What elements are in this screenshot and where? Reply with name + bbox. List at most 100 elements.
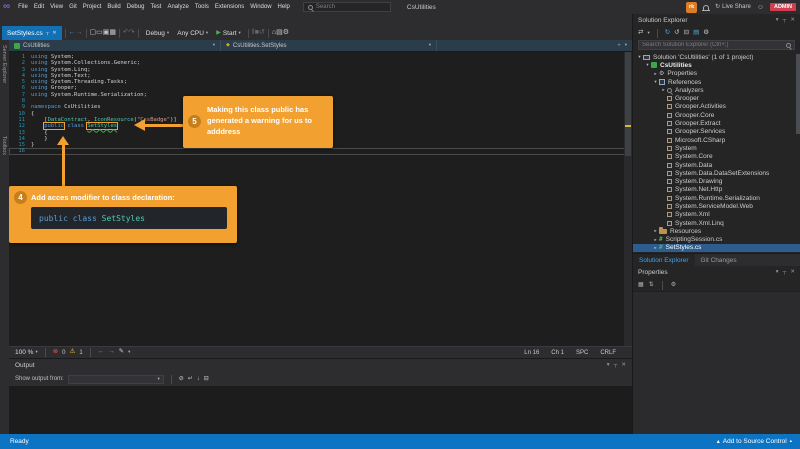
alphabetical-icon[interactable]: ⇅	[649, 282, 654, 288]
code-editor[interactable]: 1using System;2using System.Collections.…	[9, 52, 632, 346]
solution-explorer-search-box[interactable]	[638, 40, 795, 50]
menu-test[interactable]: Test	[147, 0, 164, 14]
autoscroll-icon[interactable]: ↓	[197, 372, 200, 386]
expander-icon[interactable]: ▾	[636, 54, 643, 60]
tree-item-grooper-activities[interactable]: Grooper.Activities	[633, 103, 800, 111]
new-file-icon[interactable]: ▢	[90, 26, 97, 40]
clear-output-icon[interactable]: ⊘	[179, 372, 184, 386]
sync-with-active-document-icon[interactable]: ↻	[665, 30, 670, 37]
tree-item-scriptingsession-cs[interactable]: ▸ScriptingSession.cs	[633, 236, 800, 244]
window-menu-icon[interactable]: ▾	[776, 18, 779, 24]
tree-item-analyzers[interactable]: ▸Analyzers	[633, 86, 800, 94]
tree-item-system-servicemodel-web[interactable]: System.ServiceModel.Web	[633, 202, 800, 210]
error-icon[interactable]: ⊗	[53, 349, 58, 356]
new-tab-icon[interactable]: +	[617, 43, 621, 49]
tree-item-system-core[interactable]: System.Core	[633, 153, 800, 161]
tree-item-system-runtime-serialization[interactable]: System.Runtime.Serialization	[633, 194, 800, 202]
tree-item-system-net-http[interactable]: System.Net.Http	[633, 186, 800, 194]
navigate-back-icon[interactable]: ←	[69, 26, 76, 40]
notifications-bell-icon[interactable]	[703, 5, 709, 10]
close-icon[interactable]: ✕	[790, 18, 795, 24]
tree-item-grooper-services[interactable]: Grooper.Services	[633, 128, 800, 136]
output-source-dropdown[interactable]: ▾	[68, 375, 164, 384]
redo-icon[interactable]: ↷	[129, 26, 135, 40]
toolbox-vertical-tab[interactable]: Toolbox	[1, 136, 7, 155]
pin-icon[interactable]: ┬	[782, 270, 786, 276]
expander-icon[interactable]: ▾	[644, 62, 651, 68]
expander-icon[interactable]: ▸	[652, 245, 659, 251]
tree-item-system[interactable]: System	[633, 144, 800, 152]
pin-tab-icon[interactable]: ┬	[46, 31, 50, 36]
word-wrap-icon[interactable]: ↵	[188, 372, 193, 386]
tab-solution-explorer[interactable]: Solution Explorer	[633, 254, 695, 267]
add-to-source-control-button[interactable]: ▴ Add to Source Control ▴	[717, 438, 792, 445]
edit-icon[interactable]: ✎	[119, 349, 124, 356]
window-menu-icon[interactable]: ▾	[776, 270, 779, 276]
properties-icon[interactable]: ⚙	[703, 30, 709, 37]
options-icon[interactable]: ⚙	[283, 26, 289, 40]
tree-item-solution-csutilities-1-of-1-project[interactable]: ▾Solution 'CsUtilities' (1 of 1 project)	[633, 53, 800, 61]
tree-item-system-xml-linq[interactable]: System.Xml.Linq	[633, 219, 800, 227]
property-pages-icon[interactable]: ⚙	[671, 282, 676, 288]
menu-extensions[interactable]: Extensions	[212, 0, 247, 14]
user-avatar[interactable]: rk	[686, 2, 697, 13]
window-menu-icon[interactable]: ▾	[607, 363, 610, 369]
scrollbar-thumb[interactable]	[625, 52, 631, 156]
tree-item-grooper-extract[interactable]: Grooper.Extract	[633, 119, 800, 127]
close-icon[interactable]: ✕	[790, 270, 795, 276]
tree-item-system-data[interactable]: System.Data	[633, 161, 800, 169]
open-file-icon[interactable]: ▭	[96, 26, 103, 40]
start-debugging-button[interactable]: ▶ Start ▾	[212, 30, 245, 37]
menu-edit[interactable]: Edit	[31, 0, 47, 14]
warning-icon[interactable]: ⚠	[70, 349, 76, 356]
tree-item-properties[interactable]: ▸Properties	[633, 70, 800, 78]
live-share-button[interactable]: ↻ Live Share	[715, 4, 751, 10]
menu-project[interactable]: Project	[80, 0, 105, 14]
find-in-files-icon[interactable]: ▤	[276, 26, 283, 40]
tree-item-setstyles-cs[interactable]: ▸SetStyles.cs	[633, 244, 800, 252]
zoom-dropdown[interactable]: 100 % ▾	[15, 349, 38, 356]
navbar-member-dropdown[interactable]	[437, 40, 617, 51]
editor-scrollbar[interactable]	[624, 52, 632, 346]
expander-icon[interactable]: ▸	[652, 228, 659, 234]
platform-dropdown[interactable]: Any CPU ▾	[173, 30, 212, 37]
menu-build[interactable]: Build	[104, 0, 123, 14]
menu-file[interactable]: File	[15, 0, 31, 14]
categorized-icon[interactable]: ▦	[638, 282, 644, 288]
chevron-down-icon[interactable]: ▾	[625, 43, 627, 48]
pin-icon[interactable]: ┬	[613, 363, 617, 369]
menu-window[interactable]: Window	[247, 0, 274, 14]
previous-issue-icon[interactable]: ←	[98, 349, 105, 356]
show-all-files-icon[interactable]: ▤	[693, 30, 699, 37]
quick-search-box[interactable]: Search	[303, 2, 391, 12]
navbar-project-dropdown[interactable]: CsUtilities ▾	[9, 40, 221, 51]
close-icon[interactable]: ✕	[621, 363, 626, 369]
next-issue-icon[interactable]: →	[108, 349, 115, 356]
tree-item-microsoft-csharp[interactable]: Microsoft.CSharp	[633, 136, 800, 144]
restart-icon[interactable]: ↺	[259, 26, 265, 40]
tree-item-grooper[interactable]: Grooper	[633, 94, 800, 102]
tab-git-changes[interactable]: Git Changes	[695, 254, 743, 267]
output-content[interactable]	[9, 386, 632, 434]
server-explorer-vertical-tab[interactable]: Server Explorer	[1, 45, 7, 83]
pin-icon[interactable]: ┬	[782, 18, 786, 24]
navbar-type-dropdown[interactable]: ◆ CsUtilities.SetStyles ▾	[221, 40, 437, 51]
solution-explorer-scrollbar[interactable]	[796, 54, 800, 134]
menu-git[interactable]: Git	[66, 0, 80, 14]
menu-help[interactable]: Help	[275, 0, 293, 14]
switch-views-icon[interactable]: ⇄	[638, 30, 643, 37]
document-tab-setstyles[interactable]: SetStyles.cs ┬ ✕	[2, 26, 62, 40]
expander-icon[interactable]: ▸	[660, 87, 667, 93]
solution-explorer-search-input[interactable]	[642, 42, 783, 48]
refresh-icon[interactable]: ↺	[674, 30, 679, 37]
account-icon[interactable]: ☺	[757, 4, 764, 11]
tree-item-references[interactable]: ▾References	[633, 78, 800, 86]
save-all-icon[interactable]: ▦	[109, 26, 116, 40]
collapse-output-icon[interactable]: ⊟	[204, 372, 209, 386]
navigate-forward-icon[interactable]: →	[76, 26, 83, 40]
tree-item-csutilities[interactable]: ▾CsUtilities	[633, 61, 800, 69]
tree-item-grooper-core[interactable]: Grooper.Core	[633, 111, 800, 119]
collapse-all-icon[interactable]: ⊟	[684, 30, 689, 37]
menu-tools[interactable]: Tools	[192, 0, 212, 14]
tree-item-resources[interactable]: ▸Resources	[633, 227, 800, 235]
